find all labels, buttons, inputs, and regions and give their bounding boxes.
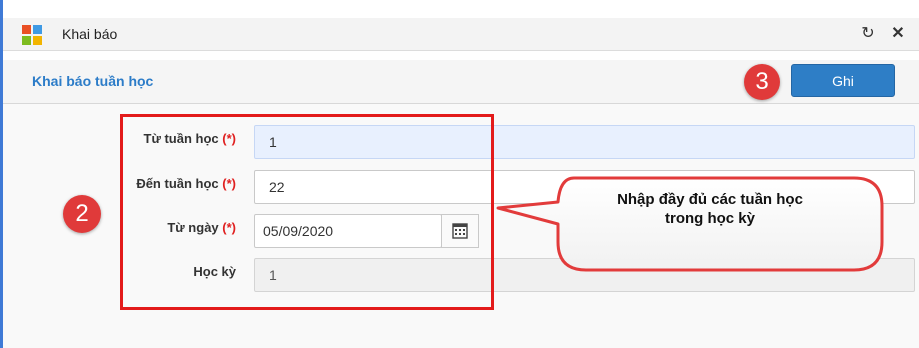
refresh-icon[interactable]: ↻ — [857, 23, 879, 45]
section-header: Khai báo tuần học Ghi — [3, 60, 919, 104]
callout-text: Nhập đầy đủ các tuần học trong học kỳ — [617, 191, 803, 227]
step-badge-2: 2 — [63, 195, 101, 233]
section-title: Khai báo tuần học — [32, 73, 154, 89]
window-title: Khai báo — [62, 26, 118, 42]
app-logo-icon — [22, 25, 42, 45]
highlight-frame — [120, 114, 494, 310]
step-badge-3: 3 — [744, 64, 780, 100]
window-titlebar: Khai báo ↻ ✕ — [3, 18, 919, 51]
close-icon[interactable]: ✕ — [887, 23, 909, 45]
save-button[interactable]: Ghi — [791, 64, 895, 97]
